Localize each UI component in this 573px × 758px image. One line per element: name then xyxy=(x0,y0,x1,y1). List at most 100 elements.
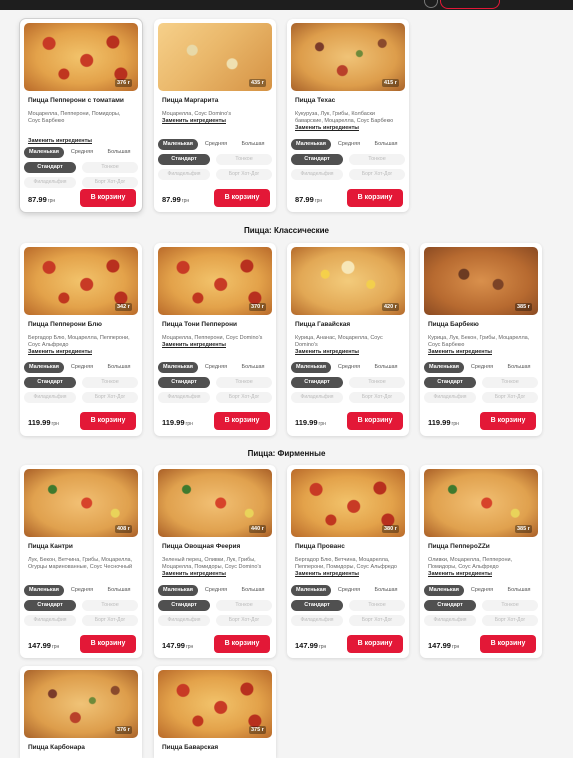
size-medium[interactable]: Средняя xyxy=(331,362,367,373)
crust-philadelphia[interactable]: Филадельфия xyxy=(291,392,343,403)
add-to-cart-button[interactable]: В корзину xyxy=(347,412,403,430)
change-ingredients-link[interactable]: Заменить ингредиенты xyxy=(428,571,492,577)
crust-standard[interactable]: Стандарт xyxy=(424,377,476,388)
pizza-image[interactable]: 376 г xyxy=(24,23,138,91)
crust-hotdog[interactable]: Борт Хот-Дог xyxy=(82,177,138,188)
crust-standard[interactable]: Стандарт xyxy=(24,377,76,388)
pizza-image[interactable]: 380 г xyxy=(291,469,405,537)
crust-standard[interactable]: Стандарт xyxy=(158,154,210,165)
product-name[interactable]: Пицца ПеппероZZи xyxy=(428,543,490,550)
crust-philadelphia[interactable]: Филадельфия xyxy=(158,392,210,403)
size-large[interactable]: Большая xyxy=(234,585,272,596)
size-medium[interactable]: Средняя xyxy=(64,147,100,158)
product-card[interactable]: 408 г Пицца Кантри Лук, Бекон, Ветчина, … xyxy=(20,465,142,658)
change-ingredients-link[interactable]: Заменить ингредиенты xyxy=(295,349,359,355)
crust-standard[interactable]: Стандарт xyxy=(24,600,76,611)
change-ingredients-link[interactable]: Заменить ингредиенты xyxy=(428,349,492,355)
product-name[interactable]: Пицца Прованс xyxy=(295,543,345,550)
pizza-image[interactable]: 415 г xyxy=(291,23,405,91)
size-large[interactable]: Большая xyxy=(367,362,405,373)
change-ingredients-link[interactable]: Заменить ингредиенты xyxy=(28,349,92,355)
crust-thin[interactable]: Тонкое xyxy=(482,600,538,611)
add-to-cart-button[interactable]: В корзину xyxy=(480,412,536,430)
crust-thin[interactable]: Тонкое xyxy=(82,600,138,611)
crust-thin[interactable]: Тонкое xyxy=(349,600,405,611)
product-name[interactable]: Пицца Гавайская xyxy=(295,321,350,328)
pizza-image[interactable]: 440 г xyxy=(158,469,272,537)
crust-standard[interactable]: Стандарт xyxy=(158,377,210,388)
crust-standard[interactable]: Стандарт xyxy=(158,600,210,611)
pizza-image[interactable]: 375 г xyxy=(158,670,272,738)
product-name[interactable]: Пицца Маргарита xyxy=(162,97,218,104)
crust-standard[interactable]: Стандарт xyxy=(291,377,343,388)
crust-philadelphia[interactable]: Филадельфия xyxy=(24,177,76,188)
size-medium[interactable]: Средняя xyxy=(198,139,234,150)
pizza-image[interactable]: 370 г xyxy=(158,247,272,315)
crust-thin[interactable]: Тонкое xyxy=(216,600,272,611)
size-small[interactable]: Маленькая xyxy=(291,362,331,373)
product-card[interactable]: 415 г Пицца Техас Кукуруза, Лук, Грибы, … xyxy=(287,19,409,212)
pizza-image[interactable]: 385 г xyxy=(424,469,538,537)
size-small[interactable]: Маленькая xyxy=(24,362,64,373)
size-small[interactable]: Маленькая xyxy=(291,585,331,596)
crust-hotdog[interactable]: Борт Хот-Дог xyxy=(349,392,405,403)
product-name[interactable]: Пицца Пепперони Блю xyxy=(28,321,102,328)
add-to-cart-button[interactable]: В корзину xyxy=(347,189,403,207)
crust-hotdog[interactable]: Борт Хот-Дог xyxy=(82,615,138,626)
crust-philadelphia[interactable]: Филадельфия xyxy=(158,615,210,626)
product-name[interactable]: Пицца Баварская xyxy=(162,744,218,751)
product-name[interactable]: Пицца Пепперони с томатами xyxy=(28,97,124,104)
pizza-image[interactable]: 420 г xyxy=(291,247,405,315)
size-medium[interactable]: Средняя xyxy=(198,362,234,373)
crust-philadelphia[interactable]: Филадельфия xyxy=(291,615,343,626)
product-card[interactable]: 376 г Пицца Пепперони с томатами Моцарел… xyxy=(20,19,142,212)
size-medium[interactable]: Средняя xyxy=(464,362,500,373)
pizza-image[interactable]: 435 г xyxy=(158,23,272,91)
crust-hotdog[interactable]: Борт Хот-Дог xyxy=(349,615,405,626)
crust-thin[interactable]: Тонкое xyxy=(349,377,405,388)
crust-thin[interactable]: Тонкое xyxy=(82,377,138,388)
header-action-button[interactable] xyxy=(440,0,500,9)
add-to-cart-button[interactable]: В корзину xyxy=(80,412,136,430)
crust-standard[interactable]: Стандарт xyxy=(291,154,343,165)
product-name[interactable]: Пицца Овощная Феерия xyxy=(162,543,240,550)
crust-philadelphia[interactable]: Филадельфия xyxy=(158,169,210,180)
crust-hotdog[interactable]: Борт Хот-Дог xyxy=(482,615,538,626)
size-small[interactable]: Маленькая xyxy=(424,585,464,596)
add-to-cart-button[interactable]: В корзину xyxy=(347,635,403,653)
crust-hotdog[interactable]: Борт Хот-Дог xyxy=(216,615,272,626)
crust-thin[interactable]: Тонкое xyxy=(349,154,405,165)
crust-philadelphia[interactable]: Филадельфия xyxy=(24,392,76,403)
product-name[interactable]: Пицца Карбонара xyxy=(28,744,85,751)
change-ingredients-link[interactable]: Заменить ингредиенты xyxy=(28,138,92,144)
crust-hotdog[interactable]: Борт Хот-Дог xyxy=(216,392,272,403)
size-large[interactable]: Большая xyxy=(100,147,138,158)
crust-thin[interactable]: Тонкое xyxy=(82,162,138,173)
change-ingredients-link[interactable]: Заменить ингредиенты xyxy=(162,342,226,348)
product-card[interactable]: 385 г Пицца ПеппероZZи Оливки, Моцарелла… xyxy=(420,465,542,658)
size-large[interactable]: Большая xyxy=(100,585,138,596)
product-card[interactable]: 376 г Пицца Карбонара xyxy=(20,666,142,758)
size-small[interactable]: Маленькая xyxy=(424,362,464,373)
product-card[interactable]: 375 г Пицца Баварская xyxy=(154,666,276,758)
add-to-cart-button[interactable]: В корзину xyxy=(80,635,136,653)
size-large[interactable]: Большая xyxy=(500,362,538,373)
product-card[interactable]: 370 г Пицца Тони Пепперони Моцарелла, Пе… xyxy=(154,243,276,436)
add-to-cart-button[interactable]: В корзину xyxy=(80,189,136,207)
crust-standard[interactable]: Стандарт xyxy=(291,600,343,611)
size-large[interactable]: Большая xyxy=(234,139,272,150)
size-medium[interactable]: Средняя xyxy=(64,362,100,373)
pizza-image[interactable]: 385 г xyxy=(424,247,538,315)
size-small[interactable]: Маленькая xyxy=(24,147,64,158)
crust-hotdog[interactable]: Борт Хот-Дог xyxy=(482,392,538,403)
product-name[interactable]: Пицца Барбекю xyxy=(428,321,479,328)
user-icon[interactable] xyxy=(424,0,438,8)
crust-hotdog[interactable]: Борт Хот-Дог xyxy=(216,169,272,180)
size-medium[interactable]: Средняя xyxy=(331,585,367,596)
pizza-image[interactable]: 376 г xyxy=(24,670,138,738)
size-large[interactable]: Большая xyxy=(367,139,405,150)
product-name[interactable]: Пицца Техас xyxy=(295,97,335,104)
crust-standard[interactable]: Стандарт xyxy=(424,600,476,611)
size-small[interactable]: Маленькая xyxy=(158,362,198,373)
size-medium[interactable]: Средняя xyxy=(64,585,100,596)
